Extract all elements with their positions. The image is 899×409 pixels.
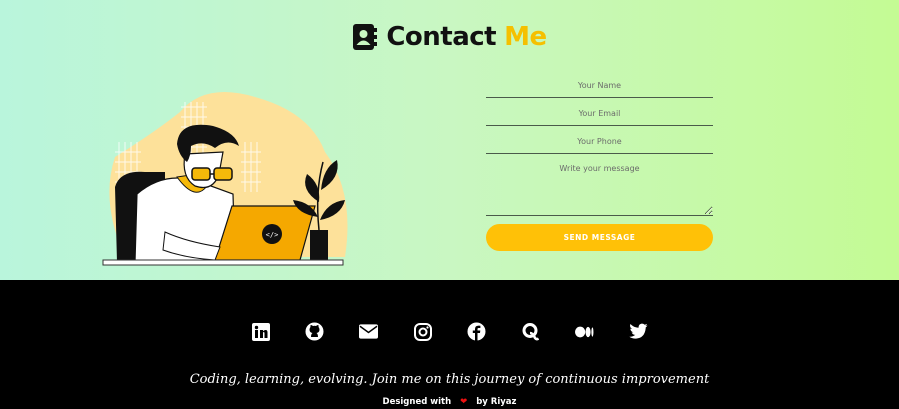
twitter-icon[interactable] xyxy=(629,322,648,341)
credit-prefix: Designed with xyxy=(382,397,452,407)
footer: Coding, learning, evolving. Join me on t… xyxy=(0,280,899,409)
developer-illustration: </> xyxy=(102,92,348,266)
contact-form: SEND MESSAGE xyxy=(486,74,713,251)
title-accent: Me xyxy=(504,22,547,52)
linkedin-icon[interactable] xyxy=(251,322,270,341)
footer-credit: Designed with ❤ by Riyaz xyxy=(0,397,899,407)
phone-field[interactable] xyxy=(486,130,713,154)
svg-text:</>: </> xyxy=(266,231,279,239)
instagram-icon[interactable] xyxy=(413,322,432,341)
page-title: Contact Me xyxy=(0,22,899,52)
name-field[interactable] xyxy=(486,74,713,98)
heart-icon: ❤ xyxy=(460,397,468,407)
send-message-button[interactable]: SEND MESSAGE xyxy=(486,224,713,251)
message-field[interactable] xyxy=(486,158,713,216)
contact-section: Contact Me </> Your Name Your Email Your… xyxy=(0,0,899,280)
quora-icon[interactable] xyxy=(521,322,540,341)
tagline: Coding, learning, evolving. Join me on t… xyxy=(189,372,710,387)
credit-suffix: by Riyaz xyxy=(476,397,517,407)
title-main: Contact xyxy=(386,22,497,52)
facebook-icon[interactable] xyxy=(467,322,486,341)
contact-book-icon xyxy=(353,24,378,50)
medium-icon[interactable] xyxy=(575,322,594,341)
social-links xyxy=(0,322,899,341)
github-icon[interactable] xyxy=(305,322,324,341)
email-field[interactable] xyxy=(486,102,713,126)
email-icon[interactable] xyxy=(359,322,378,341)
